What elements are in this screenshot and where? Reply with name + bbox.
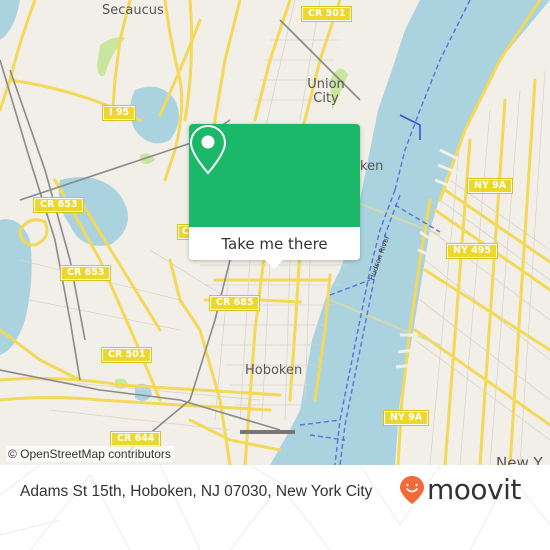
moovit-pin-icon bbox=[400, 476, 424, 504]
road-shield-cr-685: CR 685 bbox=[208, 295, 261, 311]
road-shield-cr-501: CR 501 bbox=[100, 347, 153, 363]
take-me-there-button[interactable]: Take me there bbox=[189, 227, 360, 260]
place-label-hoboken-north: ken bbox=[360, 159, 384, 174]
map-attribution[interactable]: © OpenStreetMap contributors bbox=[6, 446, 175, 462]
place-label-secaucus: Secaucus bbox=[102, 3, 164, 18]
road-shield-ny-495: NY 495 bbox=[446, 243, 498, 259]
road-shield-cr-653: CR 653 bbox=[59, 265, 112, 281]
address-text: Adams St 15th, Hoboken, NJ 07030, New Yo… bbox=[20, 483, 373, 500]
place-label-hoboken: Hoboken bbox=[245, 363, 303, 378]
popup-header bbox=[189, 124, 360, 227]
road-shield-cr-653: CR 653 bbox=[32, 197, 85, 213]
place-label-new-york: New Y bbox=[496, 454, 543, 465]
road-shield-ny-9a: NY 9A bbox=[466, 178, 514, 194]
popup-pointer bbox=[265, 260, 283, 269]
road-shield-cr-644: CR 644 bbox=[109, 431, 162, 447]
road-shield-i-95: I 95 bbox=[101, 105, 137, 121]
map-view[interactable]: Hudson River Secaucus Union City ken Hob… bbox=[0, 0, 550, 465]
take-me-there-popup[interactable]: Take me there bbox=[189, 124, 360, 269]
moovit-logo[interactable]: moovit bbox=[399, 475, 521, 505]
place-label-union-city: Union City bbox=[307, 77, 345, 106]
road-shield-cr-501: CR 501 bbox=[300, 6, 353, 22]
map-pin-icon bbox=[189, 124, 227, 175]
road-shield-ny-9a: NY 9A bbox=[382, 410, 430, 426]
moovit-wordmark: moovit bbox=[427, 473, 521, 506]
footer: Adams St 15th, Hoboken, NJ 07030, New Yo… bbox=[0, 465, 550, 550]
